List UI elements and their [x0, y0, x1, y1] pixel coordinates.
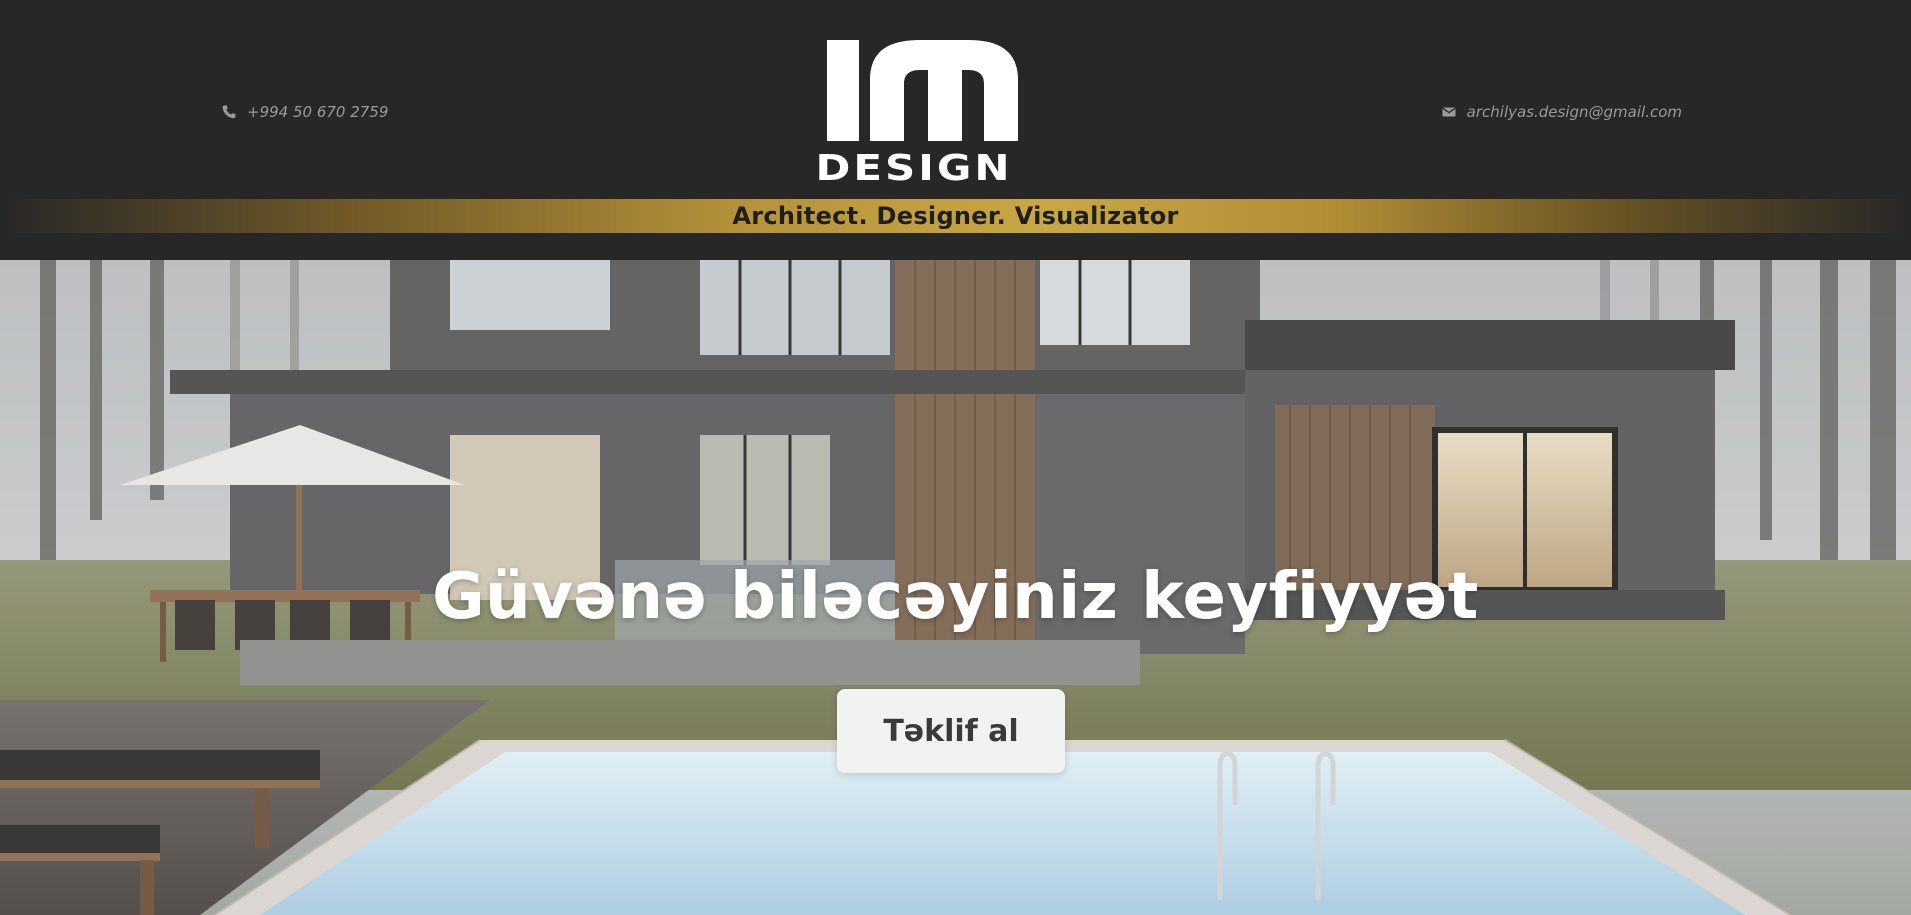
email-contact[interactable]: archilyas.design@gmail.com	[1441, 103, 1682, 121]
hero-section: Güvənə biləcəyiniz keyfiyyət Təklif al	[0, 260, 1911, 915]
hero-title: Güvənə biləcəyiniz keyfiyyət	[432, 560, 1479, 634]
envelope-icon	[1441, 104, 1457, 120]
email-address: archilyas.design@gmail.com	[1466, 103, 1682, 121]
phone-contact[interactable]: +994 50 670 2759	[221, 103, 388, 121]
get-quote-button[interactable]: Təklif al	[837, 689, 1065, 773]
logo-wordmark: DESIGN	[815, 146, 1013, 189]
site-header: +994 50 670 2759 DESIGN archilyas.design…	[0, 0, 1911, 260]
phone-number: +994 50 670 2759	[247, 103, 389, 121]
im-design-logo[interactable]: DESIGN	[772, 36, 1056, 186]
phone-icon	[221, 104, 237, 120]
tagline: Architect. Designer. Visualizator	[732, 202, 1179, 230]
logo-mark	[827, 40, 1018, 141]
